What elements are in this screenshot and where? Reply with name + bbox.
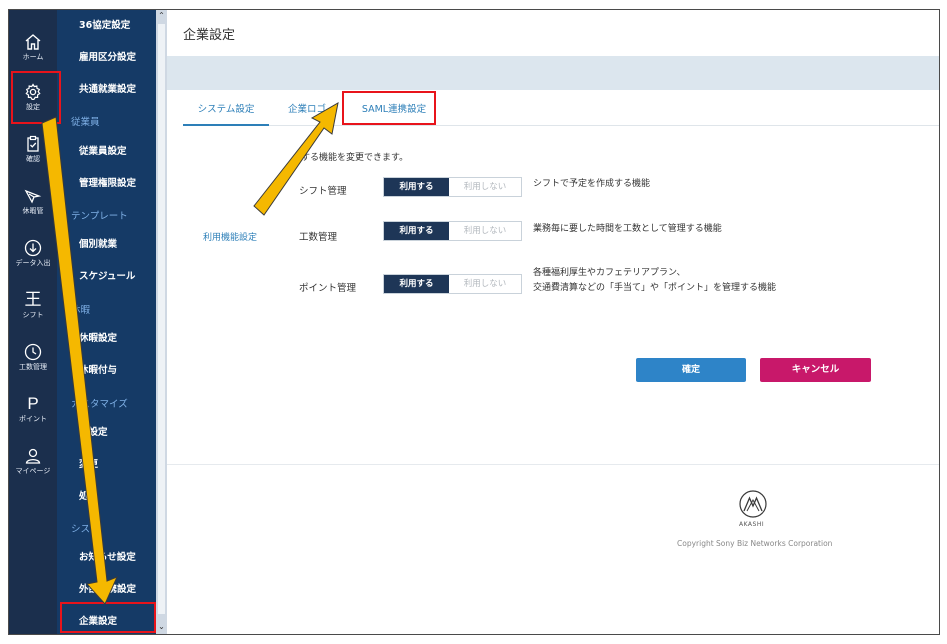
submenu-section: カスタマイズ bbox=[71, 399, 128, 410]
rail-item-points[interactable]: P ポイント bbox=[9, 388, 57, 438]
rail-item-data-io[interactable]: データ入出 bbox=[9, 232, 57, 282]
submenu-item[interactable]: 36協定設定 bbox=[79, 17, 130, 31]
points-toggle: 利用する 利用しない bbox=[383, 274, 522, 294]
rail-item-shift[interactable]: 王 シフト bbox=[9, 284, 57, 334]
rail-item-confirm[interactable]: 確認 bbox=[9, 128, 57, 178]
not-use-button[interactable]: 利用しない bbox=[449, 222, 521, 240]
logo-text: AKASHI bbox=[739, 521, 765, 528]
submenu-section: 休暇 bbox=[71, 305, 91, 316]
clock-icon bbox=[9, 336, 57, 362]
rail-item-mypage[interactable]: マイページ bbox=[9, 440, 57, 490]
use-button[interactable]: 利用する bbox=[384, 275, 449, 293]
confirm-button[interactable]: 確定 bbox=[636, 358, 746, 382]
feature-name: ポイント管理 bbox=[299, 283, 357, 294]
rail-item-man-hours[interactable]: 工数管理 bbox=[9, 336, 57, 386]
feature-description: する機能を変更できます。 bbox=[301, 153, 409, 163]
feature-desc: 各種福利厚生やカフェテリアプラン、 bbox=[533, 268, 686, 278]
page-title: 企業設定 bbox=[183, 28, 236, 43]
rail-item-home[interactable]: ホーム bbox=[9, 26, 57, 76]
scroll-down-icon[interactable]: ⌄ bbox=[156, 622, 167, 631]
submenu-section: テンプレート bbox=[71, 211, 128, 222]
submenu-item[interactable]: 休暇設定 bbox=[79, 330, 117, 344]
main-content: 企業設定 システム設定 企業ロゴ SAML連携設定 する機能を変更できます。 利… bbox=[167, 10, 939, 634]
scroll-thumb[interactable] bbox=[158, 24, 165, 614]
rail-label: 工数管理 bbox=[19, 363, 47, 371]
user-icon bbox=[9, 440, 57, 466]
submenu-item[interactable]: 変更 bbox=[79, 456, 98, 470]
feature-name: 工数管理 bbox=[299, 232, 338, 243]
annotation-box-company-settings bbox=[60, 602, 156, 633]
rail-label: マイページ bbox=[15, 467, 51, 475]
feature-desc: 業務毎に要した時間を工数として管理する機能 bbox=[533, 224, 722, 234]
copyright-text: Copyright Sony Biz Networks Corporation bbox=[677, 539, 833, 548]
home-icon bbox=[9, 26, 57, 52]
rail-label: ホーム bbox=[22, 53, 44, 61]
submenu-item[interactable]: お知らせ設定 bbox=[79, 549, 136, 563]
clipboard-icon bbox=[9, 128, 57, 154]
rail-item-leave[interactable]: 休暇管 bbox=[9, 180, 57, 230]
submenu-section: シス bbox=[71, 524, 91, 535]
tab-company-logo[interactable]: 企業ロゴ bbox=[279, 102, 335, 126]
rail-label: ポイント bbox=[19, 415, 47, 423]
feature-name: シフト管理 bbox=[299, 186, 347, 197]
submenu-item[interactable]: 処理 bbox=[79, 488, 98, 502]
annotation-box-settings bbox=[11, 71, 61, 124]
use-button[interactable]: 利用する bbox=[384, 222, 449, 240]
not-use-button[interactable]: 利用しない bbox=[449, 178, 521, 196]
man-hours-toggle: 利用する 利用しない bbox=[383, 221, 522, 241]
submenu-item[interactable]: 個別就業 bbox=[79, 236, 117, 250]
scroll-up-icon[interactable]: ⌃ bbox=[156, 11, 167, 20]
settings-submenu: 36協定設定 雇用区分設定 共通就業設定 従業員 従業員設定 管理権限設定 テン… bbox=[57, 10, 167, 634]
submenu-item[interactable]: 共通就業設定 bbox=[79, 81, 136, 95]
tab-system-settings[interactable]: システム設定 bbox=[183, 102, 269, 126]
annotation-box-saml-tab bbox=[342, 91, 436, 125]
submenu-item[interactable]: 外部連携設定 bbox=[79, 581, 136, 595]
submenu-item[interactable]: 従業員設定 bbox=[79, 143, 127, 157]
submenu-section: 従業員 bbox=[71, 117, 100, 128]
rail-label: 休暇管 bbox=[22, 207, 44, 215]
submenu-item[interactable]: 雇用区分設定 bbox=[79, 49, 136, 63]
not-use-button[interactable]: 利用しない bbox=[449, 275, 521, 293]
shift-toggle: 利用する 利用しない bbox=[383, 177, 522, 197]
cancel-button[interactable]: キャンセル bbox=[760, 358, 871, 382]
feature-desc: 交通費清算などの「手当て」や「ポイント」を管理する機能 bbox=[533, 283, 777, 293]
rail-label: データ入出 bbox=[15, 259, 51, 267]
tab-bar: システム設定 企業ロゴ SAML連携設定 bbox=[183, 102, 939, 126]
submenu-item[interactable]: 休暇付与 bbox=[79, 362, 117, 376]
download-icon bbox=[9, 232, 57, 258]
akashi-logo-icon bbox=[737, 488, 769, 524]
footer-divider bbox=[167, 464, 939, 465]
submenu-item[interactable]: 目設定 bbox=[79, 424, 108, 438]
rail-label: シフト bbox=[22, 311, 44, 319]
feature-desc: シフトで予定を作成する機能 bbox=[533, 179, 651, 189]
rail-label: 確認 bbox=[26, 155, 40, 163]
use-button[interactable]: 利用する bbox=[384, 178, 449, 196]
submenu-item[interactable]: スケジュール bbox=[79, 268, 135, 282]
plane-icon bbox=[9, 180, 57, 206]
submenu-item[interactable]: 管理権限設定 bbox=[79, 175, 136, 189]
shift-icon: 王 bbox=[24, 290, 42, 309]
feature-settings-label: 利用機能設定 bbox=[203, 233, 258, 243]
app-window: ホーム 設定 確認 休暇管 データ入出 王 シフト 工数管理 P ポイント マイ… bbox=[8, 9, 940, 635]
header-bar bbox=[167, 56, 939, 90]
point-icon: P bbox=[27, 394, 39, 413]
submenu-scrollbar[interactable]: ⌃ ⌄ bbox=[156, 10, 167, 634]
